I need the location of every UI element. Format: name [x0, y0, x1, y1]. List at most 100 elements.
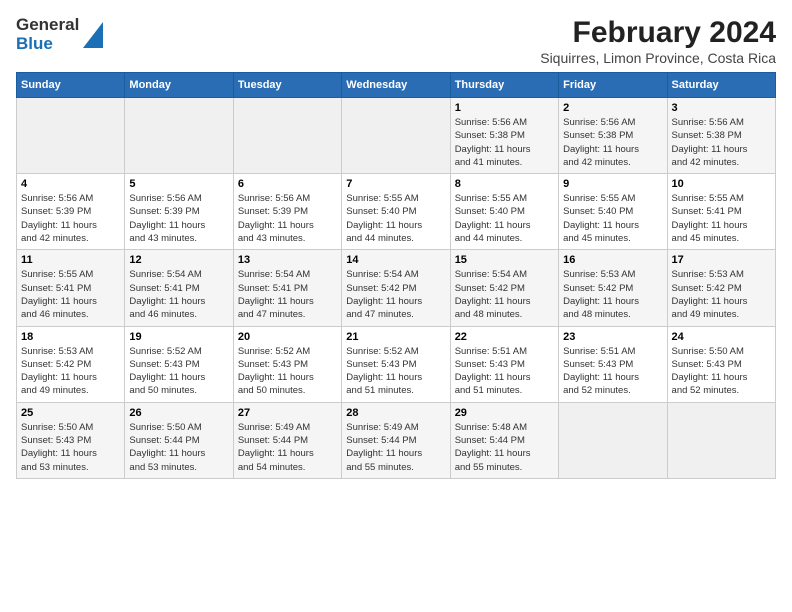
- calendar-week-1: 1 Sunrise: 5:56 AM Sunset: 5:38 PM Daylig…: [17, 98, 776, 174]
- col-header-friday: Friday: [559, 73, 667, 98]
- calendar-cell: [559, 402, 667, 478]
- day-info: Sunrise: 5:55 AM Sunset: 5:40 PM Dayligh…: [563, 192, 662, 245]
- day-number: 8: [455, 178, 554, 190]
- day-info: Sunrise: 5:53 AM Sunset: 5:42 PM Dayligh…: [563, 268, 662, 321]
- calendar-cell: 29 Sunrise: 5:48 AM Sunset: 5:44 PM Dayli…: [450, 402, 558, 478]
- day-info: Sunrise: 5:50 AM Sunset: 5:44 PM Dayligh…: [129, 421, 228, 474]
- day-number: 17: [672, 254, 771, 266]
- day-info: Sunrise: 5:52 AM Sunset: 5:43 PM Dayligh…: [129, 345, 228, 398]
- calendar-cell: 10Sunrise: 5:55 AM Sunset: 5:41 PM Dayli…: [667, 174, 775, 250]
- day-number: 10: [672, 178, 771, 190]
- calendar-week-4: 18Sunrise: 5:53 AM Sunset: 5:42 PM Dayli…: [17, 326, 776, 402]
- day-number: 2: [563, 102, 662, 114]
- day-number: 20: [238, 331, 337, 343]
- calendar-cell: 24 Sunrise: 5:50 AM Sunset: 5:43 PM Dayli…: [667, 326, 775, 402]
- calendar-cell: 25 Sunrise: 5:50 AM Sunset: 5:43 PM Dayli…: [17, 402, 125, 478]
- day-info: Sunrise: 5:50 AM Sunset: 5:43 PM Dayligh…: [21, 421, 120, 474]
- day-info: Sunrise: 5:52 AM Sunset: 5:43 PM Dayligh…: [238, 345, 337, 398]
- day-number: 6: [238, 178, 337, 190]
- calendar-cell: 18Sunrise: 5:53 AM Sunset: 5:42 PM Dayli…: [17, 326, 125, 402]
- day-info: Sunrise: 5:54 AM Sunset: 5:42 PM Dayligh…: [455, 268, 554, 321]
- calendar-cell: 4 Sunrise: 5:56 AM Sunset: 5:39 PM Daylig…: [17, 174, 125, 250]
- calendar-cell: [17, 98, 125, 174]
- day-number: 22: [455, 331, 554, 343]
- calendar-cell: 19 Sunrise: 5:52 AM Sunset: 5:43 PM Dayli…: [125, 326, 233, 402]
- calendar-cell: 22Sunrise: 5:51 AM Sunset: 5:43 PM Dayli…: [450, 326, 558, 402]
- calendar-header-row: SundayMondayTuesdayWednesdayThursdayFrid…: [17, 73, 776, 98]
- calendar-cell: 9Sunrise: 5:55 AM Sunset: 5:40 PM Daylig…: [559, 174, 667, 250]
- calendar-cell: 5Sunrise: 5:56 AM Sunset: 5:39 PM Daylig…: [125, 174, 233, 250]
- day-info: Sunrise: 5:49 AM Sunset: 5:44 PM Dayligh…: [238, 421, 337, 474]
- col-header-monday: Monday: [125, 73, 233, 98]
- day-info: Sunrise: 5:54 AM Sunset: 5:41 PM Dayligh…: [238, 268, 337, 321]
- calendar-cell: 3 Sunrise: 5:56 AM Sunset: 5:38 PM Daylig…: [667, 98, 775, 174]
- day-number: 14: [346, 254, 445, 266]
- day-info: Sunrise: 5:55 AM Sunset: 5:40 PM Dayligh…: [455, 192, 554, 245]
- day-number: 11: [21, 254, 120, 266]
- page-header: General Blue February 2024 Siquirres, Li…: [16, 16, 776, 66]
- day-number: 27: [238, 407, 337, 419]
- col-header-saturday: Saturday: [667, 73, 775, 98]
- calendar-cell: 15Sunrise: 5:54 AM Sunset: 5:42 PM Dayli…: [450, 250, 558, 326]
- day-info: Sunrise: 5:53 AM Sunset: 5:42 PM Dayligh…: [672, 268, 771, 321]
- day-info: Sunrise: 5:48 AM Sunset: 5:44 PM Dayligh…: [455, 421, 554, 474]
- day-number: 13: [238, 254, 337, 266]
- day-info: Sunrise: 5:54 AM Sunset: 5:41 PM Dayligh…: [129, 268, 228, 321]
- col-header-tuesday: Tuesday: [233, 73, 341, 98]
- logo: General Blue: [16, 16, 103, 53]
- day-number: 29: [455, 407, 554, 419]
- day-number: 3: [672, 102, 771, 114]
- day-info: Sunrise: 5:51 AM Sunset: 5:43 PM Dayligh…: [563, 345, 662, 398]
- calendar-cell: 26 Sunrise: 5:50 AM Sunset: 5:44 PM Dayli…: [125, 402, 233, 478]
- calendar-cell: 20 Sunrise: 5:52 AM Sunset: 5:43 PM Dayli…: [233, 326, 341, 402]
- calendar-cell: [667, 402, 775, 478]
- calendar-cell: 11 Sunrise: 5:55 AM Sunset: 5:41 PM Dayli…: [17, 250, 125, 326]
- day-info: Sunrise: 5:49 AM Sunset: 5:44 PM Dayligh…: [346, 421, 445, 474]
- day-number: 4: [21, 178, 120, 190]
- logo-blue: Blue: [16, 35, 79, 54]
- calendar-cell: [342, 98, 450, 174]
- calendar-cell: [233, 98, 341, 174]
- calendar-cell: 7 Sunrise: 5:55 AM Sunset: 5:40 PM Daylig…: [342, 174, 450, 250]
- calendar-cell: 28 Sunrise: 5:49 AM Sunset: 5:44 PM Dayli…: [342, 402, 450, 478]
- day-number: 23: [563, 331, 662, 343]
- calendar-cell: 17 Sunrise: 5:53 AM Sunset: 5:42 PM Dayli…: [667, 250, 775, 326]
- day-number: 21: [346, 331, 445, 343]
- calendar-cell: 2 Sunrise: 5:56 AM Sunset: 5:38 PM Daylig…: [559, 98, 667, 174]
- day-info: Sunrise: 5:52 AM Sunset: 5:43 PM Dayligh…: [346, 345, 445, 398]
- day-number: 28: [346, 407, 445, 419]
- calendar-body: 1 Sunrise: 5:56 AM Sunset: 5:38 PM Daylig…: [17, 98, 776, 479]
- calendar-cell: 12Sunrise: 5:54 AM Sunset: 5:41 PM Dayli…: [125, 250, 233, 326]
- day-number: 7: [346, 178, 445, 190]
- day-number: 1: [455, 102, 554, 114]
- page-subtitle: Siquirres, Limon Province, Costa Rica: [540, 50, 776, 66]
- calendar-week-3: 11 Sunrise: 5:55 AM Sunset: 5:41 PM Dayli…: [17, 250, 776, 326]
- logo-triangle-icon: [83, 22, 103, 48]
- calendar-cell: 1Sunrise: 5:56 AM Sunset: 5:38 PM Daylig…: [450, 98, 558, 174]
- day-info: Sunrise: 5:56 AM Sunset: 5:39 PM Dayligh…: [21, 192, 120, 245]
- day-info: Sunrise: 5:53 AM Sunset: 5:42 PM Dayligh…: [21, 345, 120, 398]
- day-number: 25: [21, 407, 120, 419]
- calendar-cell: 27 Sunrise: 5:49 AM Sunset: 5:44 PM Dayli…: [233, 402, 341, 478]
- calendar-cell: 21 Sunrise: 5:52 AM Sunset: 5:43 PM Dayli…: [342, 326, 450, 402]
- day-number: 16: [563, 254, 662, 266]
- day-info: Sunrise: 5:56 AM Sunset: 5:38 PM Dayligh…: [672, 116, 771, 169]
- calendar-cell: 23 Sunrise: 5:51 AM Sunset: 5:43 PM Dayli…: [559, 326, 667, 402]
- day-info: Sunrise: 5:50 AM Sunset: 5:43 PM Dayligh…: [672, 345, 771, 398]
- day-info: Sunrise: 5:56 AM Sunset: 5:38 PM Dayligh…: [563, 116, 662, 169]
- day-info: Sunrise: 5:56 AM Sunset: 5:39 PM Dayligh…: [238, 192, 337, 245]
- day-number: 26: [129, 407, 228, 419]
- calendar-cell: [125, 98, 233, 174]
- day-number: 19: [129, 331, 228, 343]
- day-info: Sunrise: 5:55 AM Sunset: 5:41 PM Dayligh…: [21, 268, 120, 321]
- day-info: Sunrise: 5:55 AM Sunset: 5:40 PM Dayligh…: [346, 192, 445, 245]
- calendar-week-5: 25 Sunrise: 5:50 AM Sunset: 5:43 PM Dayli…: [17, 402, 776, 478]
- calendar-cell: 14Sunrise: 5:54 AM Sunset: 5:42 PM Dayli…: [342, 250, 450, 326]
- calendar-cell: 6 Sunrise: 5:56 AM Sunset: 5:39 PM Daylig…: [233, 174, 341, 250]
- col-header-thursday: Thursday: [450, 73, 558, 98]
- day-number: 24: [672, 331, 771, 343]
- calendar-cell: 13 Sunrise: 5:54 AM Sunset: 5:41 PM Dayli…: [233, 250, 341, 326]
- day-info: Sunrise: 5:56 AM Sunset: 5:39 PM Dayligh…: [129, 192, 228, 245]
- calendar-table: SundayMondayTuesdayWednesdayThursdayFrid…: [16, 72, 776, 479]
- page-title: February 2024: [540, 16, 776, 50]
